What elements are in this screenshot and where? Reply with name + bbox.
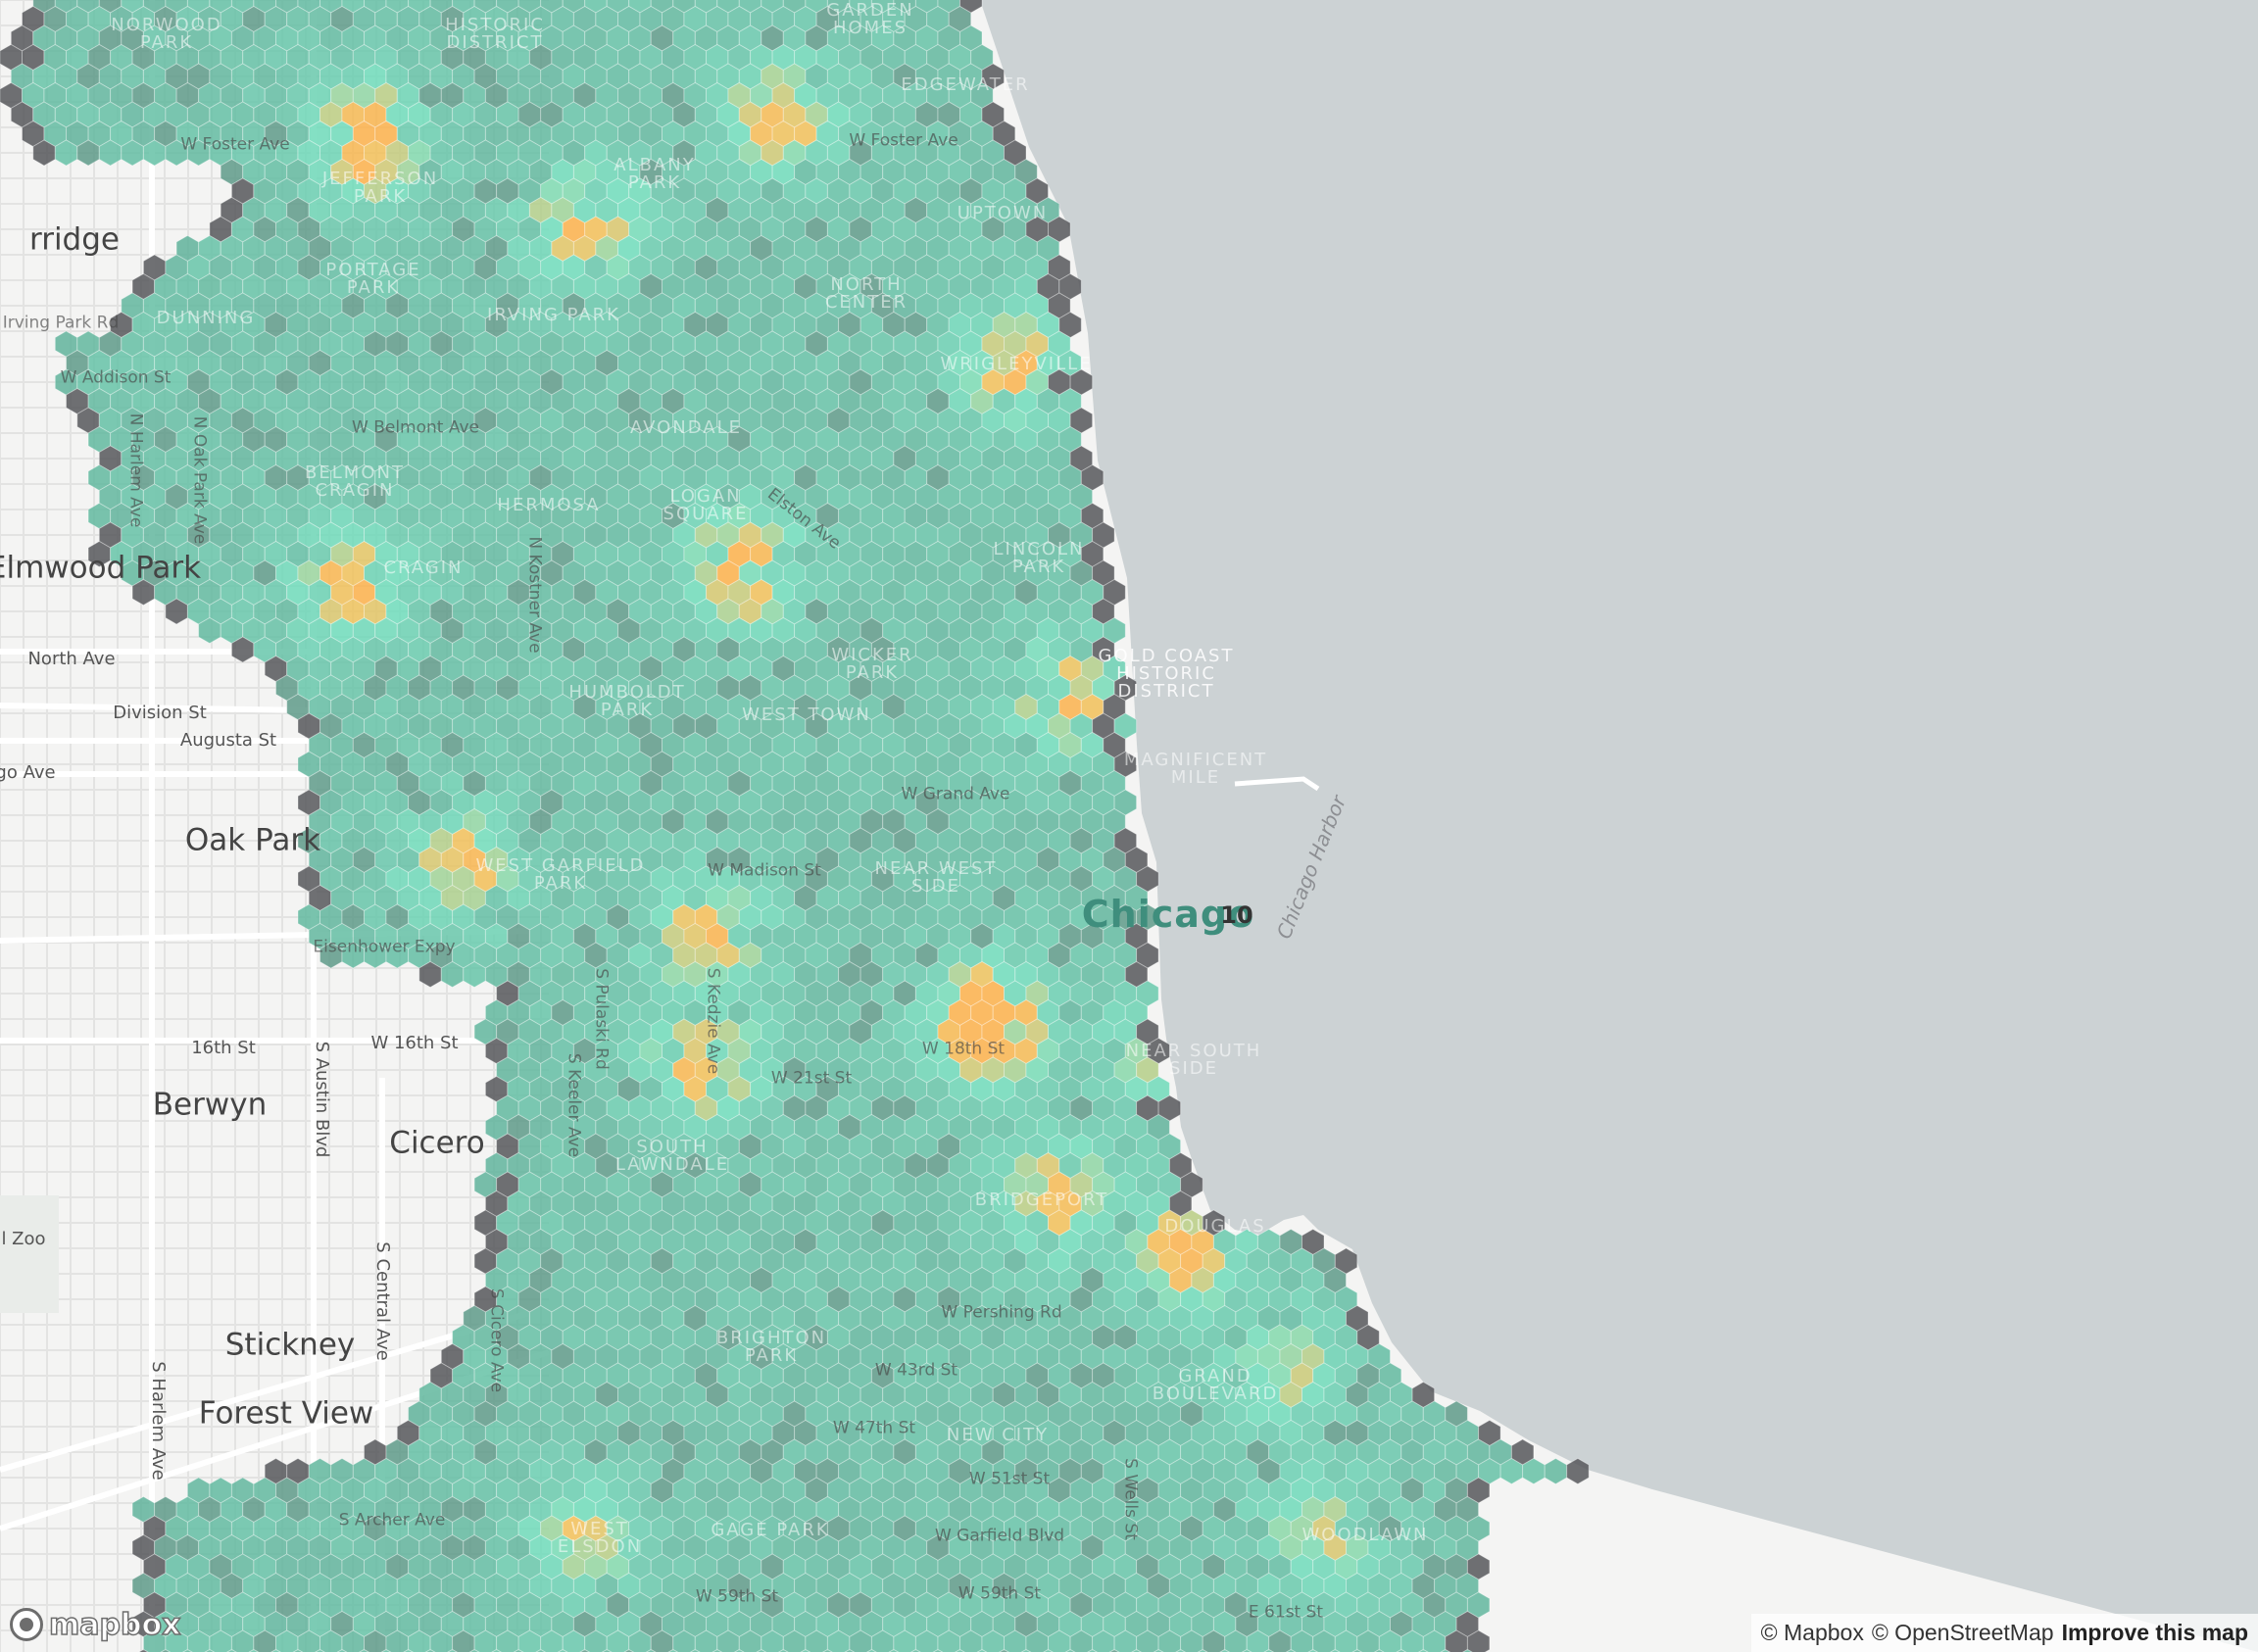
hex-cells	[0, 0, 1590, 1652]
hex-cell	[1566, 1457, 1590, 1485]
mapbox-logo-icon	[10, 1608, 43, 1641]
improve-map-link[interactable]: Improve this map	[2062, 1620, 2248, 1646]
mapbox-logo[interactable]: mapbox	[10, 1607, 181, 1643]
attribution-mapbox-link[interactable]: © Mapbox	[1761, 1620, 1864, 1646]
attribution-bar: © Mapbox © OpenStreetMap Improve this ma…	[1750, 1614, 2258, 1652]
hexbin-layer[interactable]	[0, 0, 2258, 1652]
map-canvas[interactable]: rridge Elmwood Park Oak Park Berwyn Cice…	[0, 0, 2258, 1652]
attribution-osm-link[interactable]: © OpenStreetMap	[1872, 1620, 2054, 1646]
mapbox-logo-text: mapbox	[48, 1607, 181, 1643]
hex-cell	[1544, 1457, 1568, 1485]
